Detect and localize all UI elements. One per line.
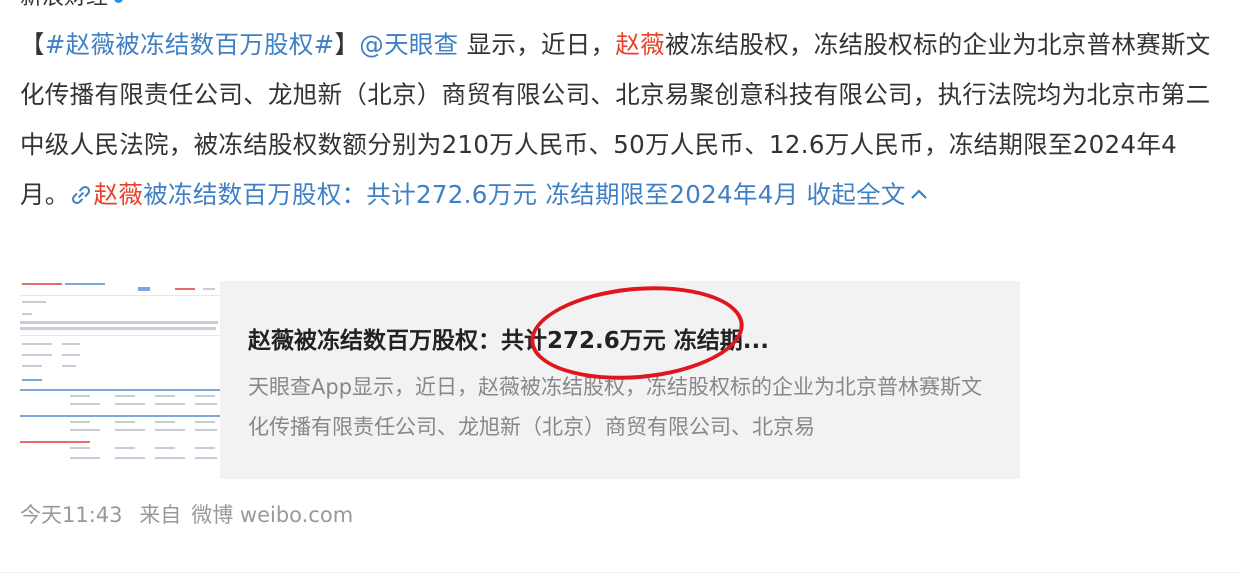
source-link[interactable]: 微博 weibo.com bbox=[191, 503, 353, 527]
article-card[interactable]: 赵薇被冻结数百万股权：共计272.6万元 冻结期... 天眼查App显示，近日，… bbox=[20, 281, 1020, 479]
link-icon bbox=[71, 185, 90, 205]
article-thumbnail bbox=[20, 281, 220, 479]
source-prefix: 来自 bbox=[139, 503, 182, 527]
divider bbox=[0, 572, 1240, 573]
mention-link[interactable]: @天眼查 bbox=[359, 30, 458, 59]
article-link[interactable]: 赵薇被冻结数百万股权：共计272.6万元 冻结期限至2024年4月 bbox=[70, 180, 799, 209]
card-description: 天眼查App显示，近日，赵薇被冻结股权，冻结股权标的企业为北京普林赛斯文化传播有… bbox=[248, 375, 983, 439]
highlighted-name: 赵薇 bbox=[615, 30, 665, 59]
card-title[interactable]: 赵薇被冻结数百万股权：共计272.6万元 冻结期... bbox=[248, 321, 1008, 361]
post-text: 【#赵薇被冻结数百万股权#】@天眼查 显示，近日，赵薇被冻结股权，冻结股权标的企… bbox=[20, 30, 1211, 209]
hashtag-link[interactable]: #赵薇被冻结数百万股权# bbox=[45, 30, 335, 59]
chevron-up-icon bbox=[910, 189, 927, 199]
post-footer: 今天11:43 来自 微博 weibo.com bbox=[20, 498, 363, 532]
verified-badge-icon bbox=[114, 0, 124, 3]
post-time[interactable]: 今天11:43 bbox=[20, 503, 123, 527]
collapse-button[interactable]: 收起全文 bbox=[806, 180, 927, 209]
author-name[interactable]: 新浪财经 bbox=[20, 0, 124, 10]
